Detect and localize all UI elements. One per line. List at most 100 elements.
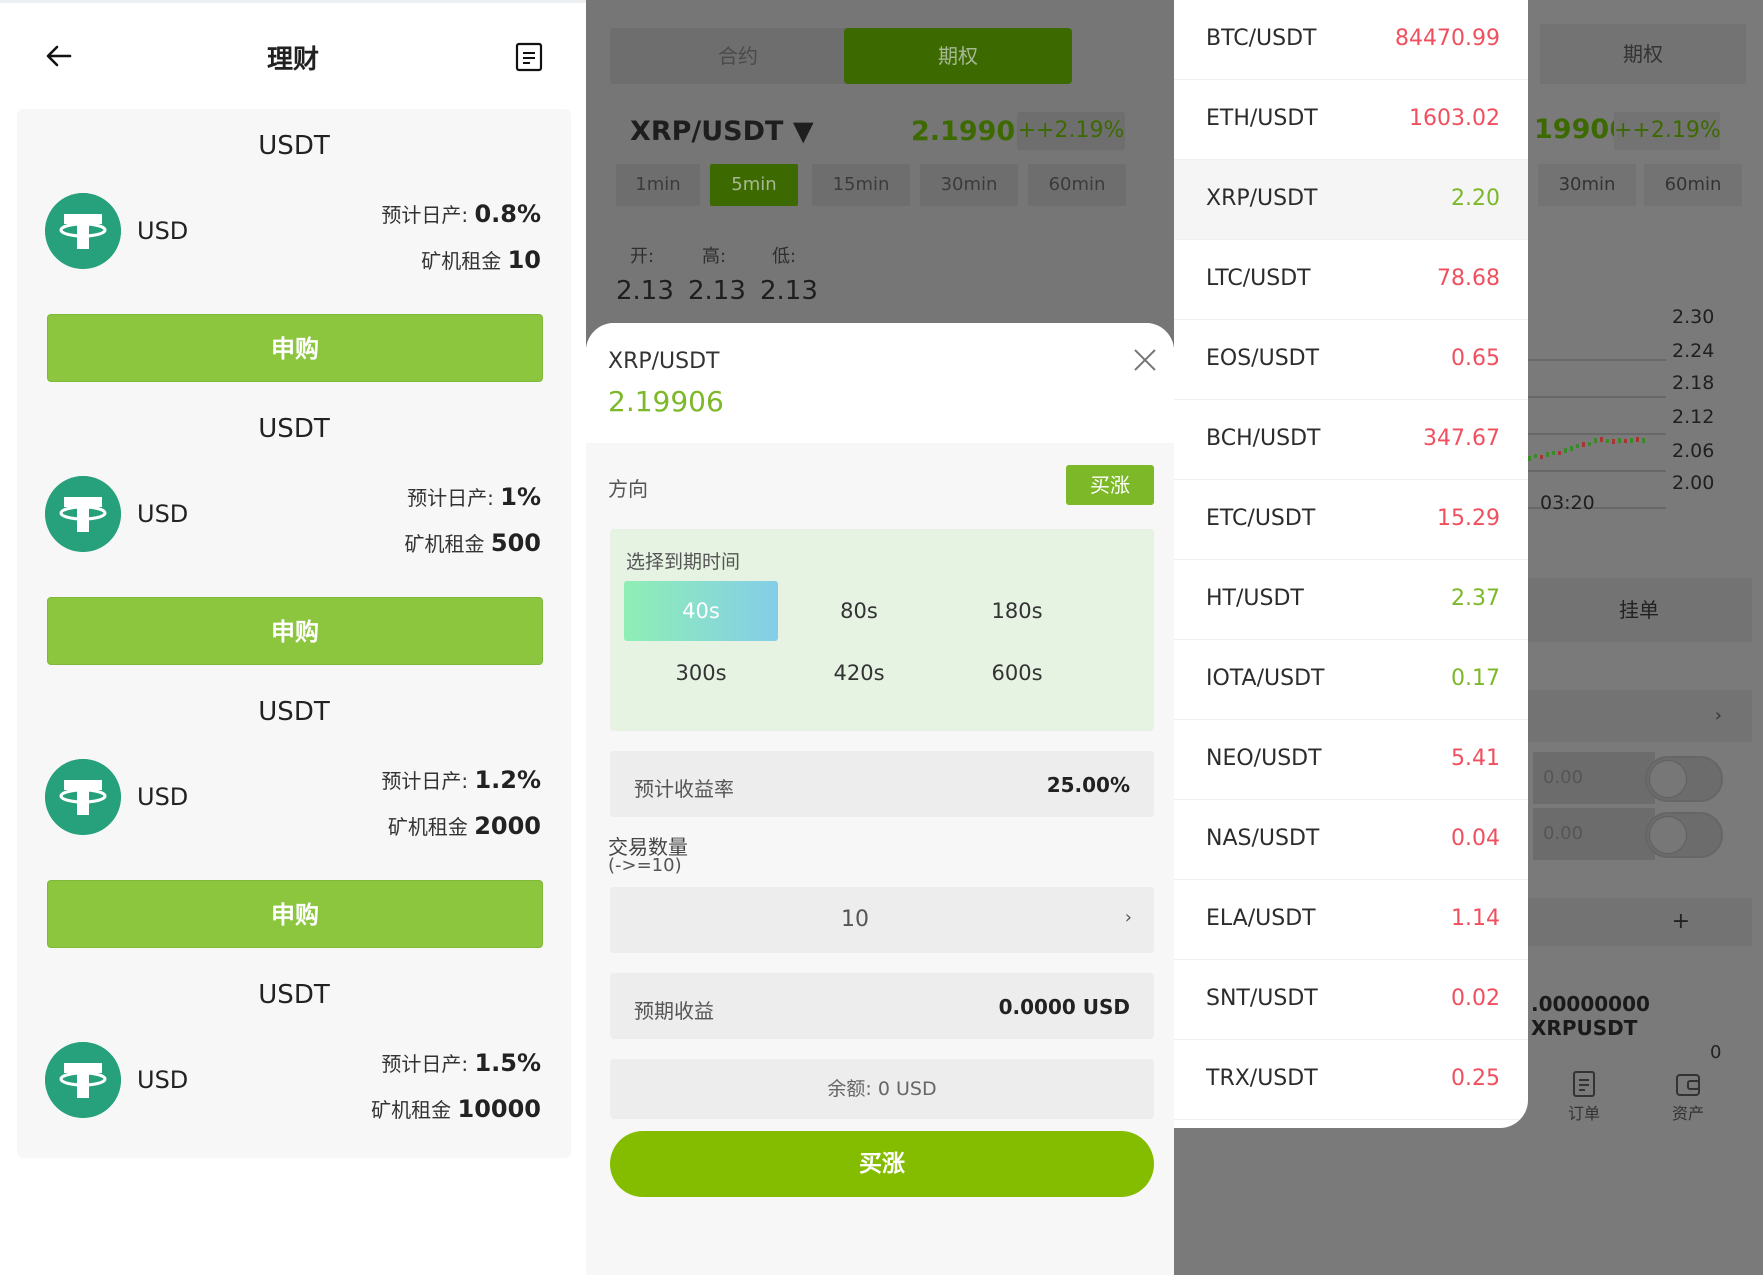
background-interval-60min: 60min	[1644, 164, 1742, 206]
interval-5min[interactable]: 5min	[710, 164, 798, 206]
daily-yield: 预计日产: 1.2%	[381, 766, 541, 794]
buy-up-button[interactable]: 买涨	[610, 1131, 1154, 1197]
wealth-header: 理财	[0, 3, 586, 113]
y-tick: 2.06	[1672, 440, 1715, 462]
market-price: 2.37	[1451, 586, 1500, 611]
interval-1min[interactable]: 1min	[616, 164, 700, 206]
expiry-option[interactable]: 420s	[782, 643, 936, 703]
market-panel: 期权 19906 ++2.19% 30min 60min 2.30 2.24 2…	[1174, 0, 1763, 1275]
product-card: USDT USD 预计日产: 1.2% 矿机租金 2000 申购	[17, 675, 571, 977]
miner-rent: 矿机租金 500	[404, 529, 541, 557]
interval-15min[interactable]: 15min	[812, 164, 910, 206]
market-pair: ELA/USDT	[1206, 906, 1316, 931]
background-zero: 0	[1710, 1042, 1722, 1063]
market-price: 84470.99	[1395, 26, 1500, 51]
market-row[interactable]: TRX/USDT 0.25	[1174, 1040, 1528, 1120]
market-row[interactable]: XRP/USDT 2.20	[1174, 160, 1528, 240]
subscribe-button[interactable]: 申购	[47, 880, 543, 948]
background-input: 0.00	[1533, 752, 1655, 804]
market-price: 0.04	[1451, 826, 1500, 851]
background-row: ›	[1526, 690, 1752, 742]
interval-30min[interactable]: 30min	[920, 164, 1018, 206]
market-row[interactable]: EOS/USDT 0.65	[1174, 320, 1528, 400]
market-row[interactable]: HT/USDT 2.37	[1174, 560, 1528, 640]
miner-rent: 矿机租金 10000	[371, 1095, 541, 1123]
market-row[interactable]: NAS/USDT 0.04	[1174, 800, 1528, 880]
background-balance: .00000000 XRPUSDT	[1531, 992, 1650, 1040]
market-row[interactable]: ELA/USDT 1.14	[1174, 880, 1528, 960]
expiry-option[interactable]: 40s	[624, 581, 778, 641]
pair-price: 2.19906	[911, 116, 1034, 147]
order-form: 方向 买涨 选择到期时间 40s 80s 180s 300s 420s 600s 预计收益…	[586, 443, 1174, 1275]
background-input: 0.00	[1533, 808, 1655, 860]
subscribe-button[interactable]: 申购	[47, 314, 543, 382]
expected-yield-label: 预计收益率	[634, 777, 734, 801]
tether-logo-icon	[45, 759, 121, 835]
market-row[interactable]: IOTA/USDT 0.17	[1174, 640, 1528, 720]
market-pair: NAS/USDT	[1206, 826, 1320, 851]
plus-icon: +	[1671, 909, 1690, 934]
expiry-option[interactable]: 180s	[940, 581, 1094, 641]
wallet-icon	[1676, 1074, 1700, 1096]
miner-rent: 矿机租金 2000	[387, 812, 541, 840]
market-row[interactable]: BTC/USDT 84470.99	[1174, 0, 1528, 80]
market-row[interactable]: ETC/USDT 15.29	[1174, 480, 1528, 560]
market-pair: BCH/USDT	[1206, 426, 1321, 451]
subscribe-button[interactable]: 申购	[47, 597, 543, 665]
expected-yield-row: 预计收益率 25.00%	[610, 751, 1154, 817]
wealth-panel: 理财 USDT USD 预计日产: 0.8% 矿机租金 10 申购 USDT USD 预计日产…	[0, 0, 586, 1275]
y-tick: 2.18	[1672, 372, 1715, 394]
quantity-input[interactable]: 10 ›	[610, 887, 1154, 953]
expected-yield-value: 25.00%	[1046, 773, 1130, 797]
expiry-option[interactable]: 80s	[782, 581, 936, 641]
order-icon	[1573, 1071, 1595, 1097]
daily-yield: 预计日产: 0.8%	[381, 200, 541, 228]
product-card: USDT USD 预计日产: 0.8% 矿机租金 10 申购	[17, 109, 571, 411]
order-pair: XRP/USDT	[608, 349, 720, 374]
background-toggle	[1645, 812, 1723, 858]
expiry-selector: 选择到期时间 40s 80s 180s 300s 420s 600s	[610, 529, 1154, 731]
market-price: 1603.02	[1409, 106, 1500, 131]
record-list-icon[interactable]	[514, 41, 544, 73]
low-label: 低:	[772, 246, 797, 267]
market-row[interactable]: BCH/USDT 347.67	[1174, 400, 1528, 480]
background-toggle	[1645, 756, 1723, 802]
product-title: USDT	[258, 697, 330, 727]
market-row[interactable]: SNT/USDT 0.02	[1174, 960, 1528, 1040]
market-row[interactable]: ETH/USDT 1603.02	[1174, 80, 1528, 160]
nav-orders: 订单	[1544, 1070, 1624, 1124]
x-tick: 03:20	[1540, 492, 1595, 514]
expiry-title: 选择到期时间	[626, 551, 741, 573]
market-pair: EOS/USDT	[1206, 346, 1320, 371]
tab-options[interactable]: 期权	[844, 28, 1072, 84]
market-pair: ETC/USDT	[1206, 506, 1316, 531]
market-row[interactable]: LTC/USDT 78.68	[1174, 240, 1528, 320]
coin-name: USD	[137, 783, 189, 811]
direction-buy-up-button[interactable]: 买涨	[1066, 465, 1154, 505]
expiry-option[interactable]: 600s	[940, 643, 1094, 703]
y-tick: 2.00	[1672, 472, 1715, 494]
background-add-row: +	[1526, 898, 1752, 946]
pair-selector[interactable]: XRP/USDT ▼	[630, 116, 814, 147]
market-pair: BTC/USDT	[1206, 26, 1317, 51]
high-value: 2.13	[688, 276, 746, 306]
market-row[interactable]: NEO/USDT 5.41	[1174, 720, 1528, 800]
options-panel: 合约 期权 XRP/USDT ▼ 2.19906 ++2.19% 1min 5m…	[586, 0, 1174, 1275]
tether-logo-icon	[45, 476, 121, 552]
quantity-hint: (->=10)	[608, 855, 682, 876]
coin-name: USD	[137, 500, 189, 528]
background-change: ++2.19%	[1614, 112, 1721, 150]
tab-contract[interactable]: 合约	[610, 28, 866, 84]
expiry-option[interactable]: 300s	[624, 643, 778, 703]
close-icon[interactable]	[1132, 347, 1158, 373]
market-list-drawer: BTC/USDT 84470.99 ETH/USDT 1603.02 XRP/USDT 2…	[1174, 0, 1528, 1128]
background-interval-30min: 30min	[1538, 164, 1636, 206]
open-label: 开:	[630, 246, 655, 267]
interval-60min[interactable]: 60min	[1028, 164, 1126, 206]
tether-logo-icon	[45, 1042, 121, 1118]
market-pair: NEO/USDT	[1206, 746, 1322, 771]
expected-profit-row: 预期收益 0.0000 USD	[610, 973, 1154, 1039]
product-title: USDT	[258, 414, 330, 444]
market-pair: TRX/USDT	[1206, 1066, 1318, 1091]
market-pair: IOTA/USDT	[1206, 666, 1325, 691]
